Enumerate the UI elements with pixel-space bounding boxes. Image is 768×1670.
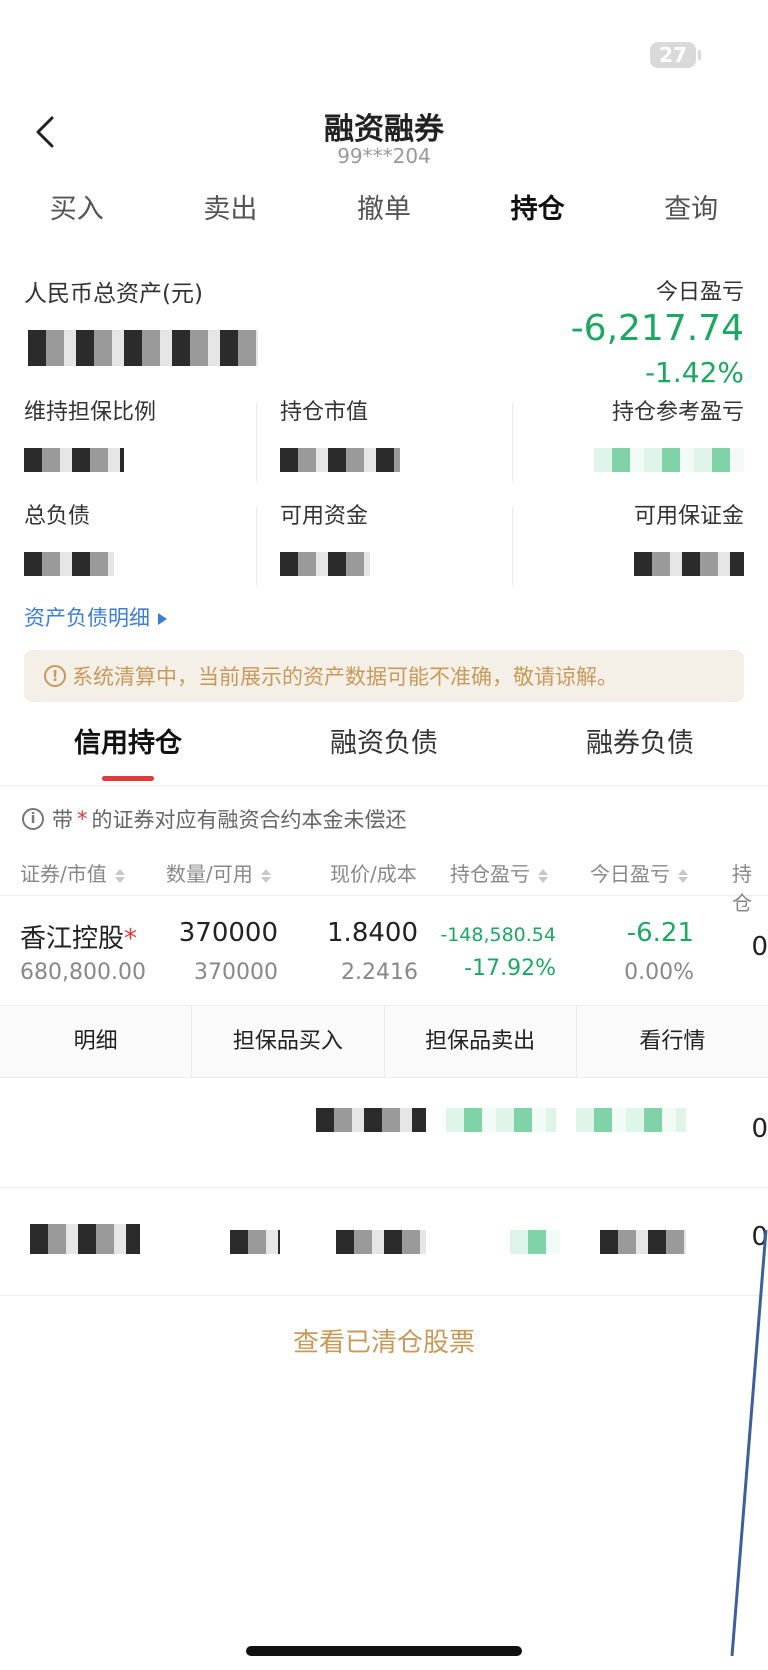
pen-stroke bbox=[730, 1229, 768, 1657]
home-indicator[interactable] bbox=[246, 1646, 522, 1656]
